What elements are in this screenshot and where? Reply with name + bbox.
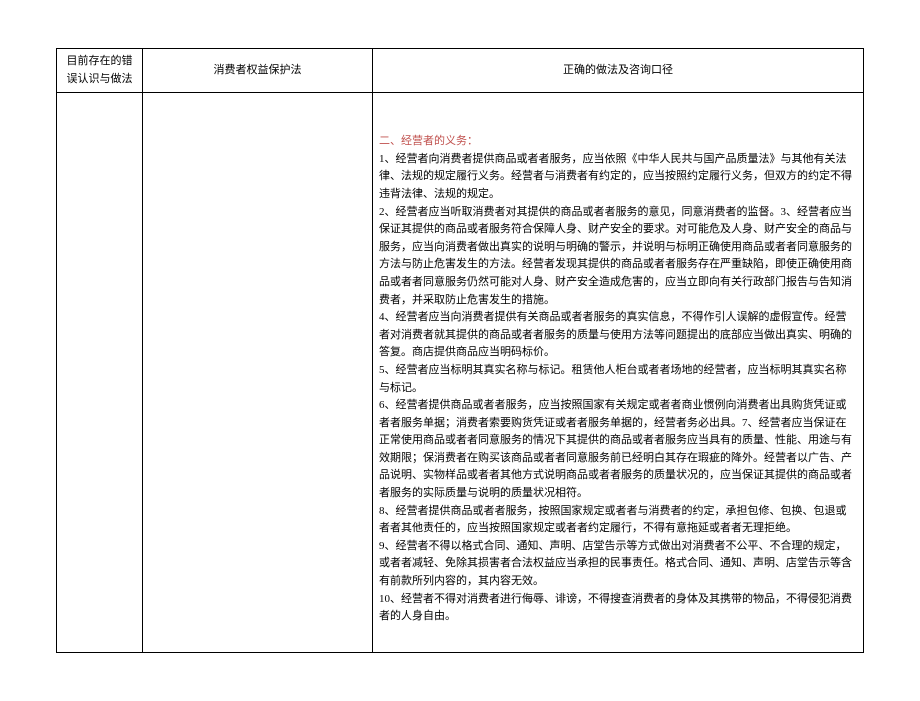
content-block: 二、经营者的义务： 1、经营者向消费者提供商品或者者服务，应当依照《中华人民共与… bbox=[379, 133, 857, 626]
header-row: 目前存在的错误认识与做法 消费者权益保护法 正确的做法及咨询口径 bbox=[57, 49, 864, 93]
header-col3: 正确的做法及咨询口径 bbox=[373, 49, 864, 93]
section-title: 二、经营者的义务： bbox=[379, 133, 857, 151]
cell-col2 bbox=[143, 93, 373, 653]
item-6: 8、经营者提供商品或者者服务，按照国家规定或者者与消费者的约定，承担包修、包换、… bbox=[379, 503, 857, 538]
body-row: 二、经营者的义务： 1、经营者向消费者提供商品或者者服务，应当依照《中华人民共与… bbox=[57, 93, 864, 653]
content-table: 目前存在的错误认识与做法 消费者权益保护法 正确的做法及咨询口径 二、经营者的义… bbox=[56, 48, 864, 653]
item-1: 1、经营者向消费者提供商品或者者服务，应当依照《中华人民共与国产品质量法》与其他… bbox=[379, 151, 857, 204]
header-col2: 消费者权益保护法 bbox=[143, 49, 373, 93]
item-8: 10、经营者不得对消费者进行侮辱、诽谤，不得搜查消费者的身体及其携带的物品，不得… bbox=[379, 591, 857, 626]
header-col1: 目前存在的错误认识与做法 bbox=[57, 49, 143, 93]
item-2: 2、经营者应当听取消费者对其提供的商品或者者服务的意见，同意消费者的监督。3、经… bbox=[379, 204, 857, 310]
item-7: 9、经营者不得以格式合同、通知、声明、店堂告示等方式做出对消费者不公平、不合理的… bbox=[379, 538, 857, 591]
item-4: 5、经营者应当标明其真实名称与标记。租赁他人柜台或者者场地的经营者，应当标明其真… bbox=[379, 362, 857, 397]
item-3: 4、经营者应当向消费者提供有关商品或者者服务的真实信息，不得作引人误解的虚假宣传… bbox=[379, 309, 857, 362]
cell-col1 bbox=[57, 93, 143, 653]
cell-col3: 二、经营者的义务： 1、经营者向消费者提供商品或者者服务，应当依照《中华人民共与… bbox=[373, 93, 864, 653]
item-5: 6、经营者提供商品或者者服务，应当按照国家有关规定或者者商业惯例向消费者出具购货… bbox=[379, 397, 857, 503]
